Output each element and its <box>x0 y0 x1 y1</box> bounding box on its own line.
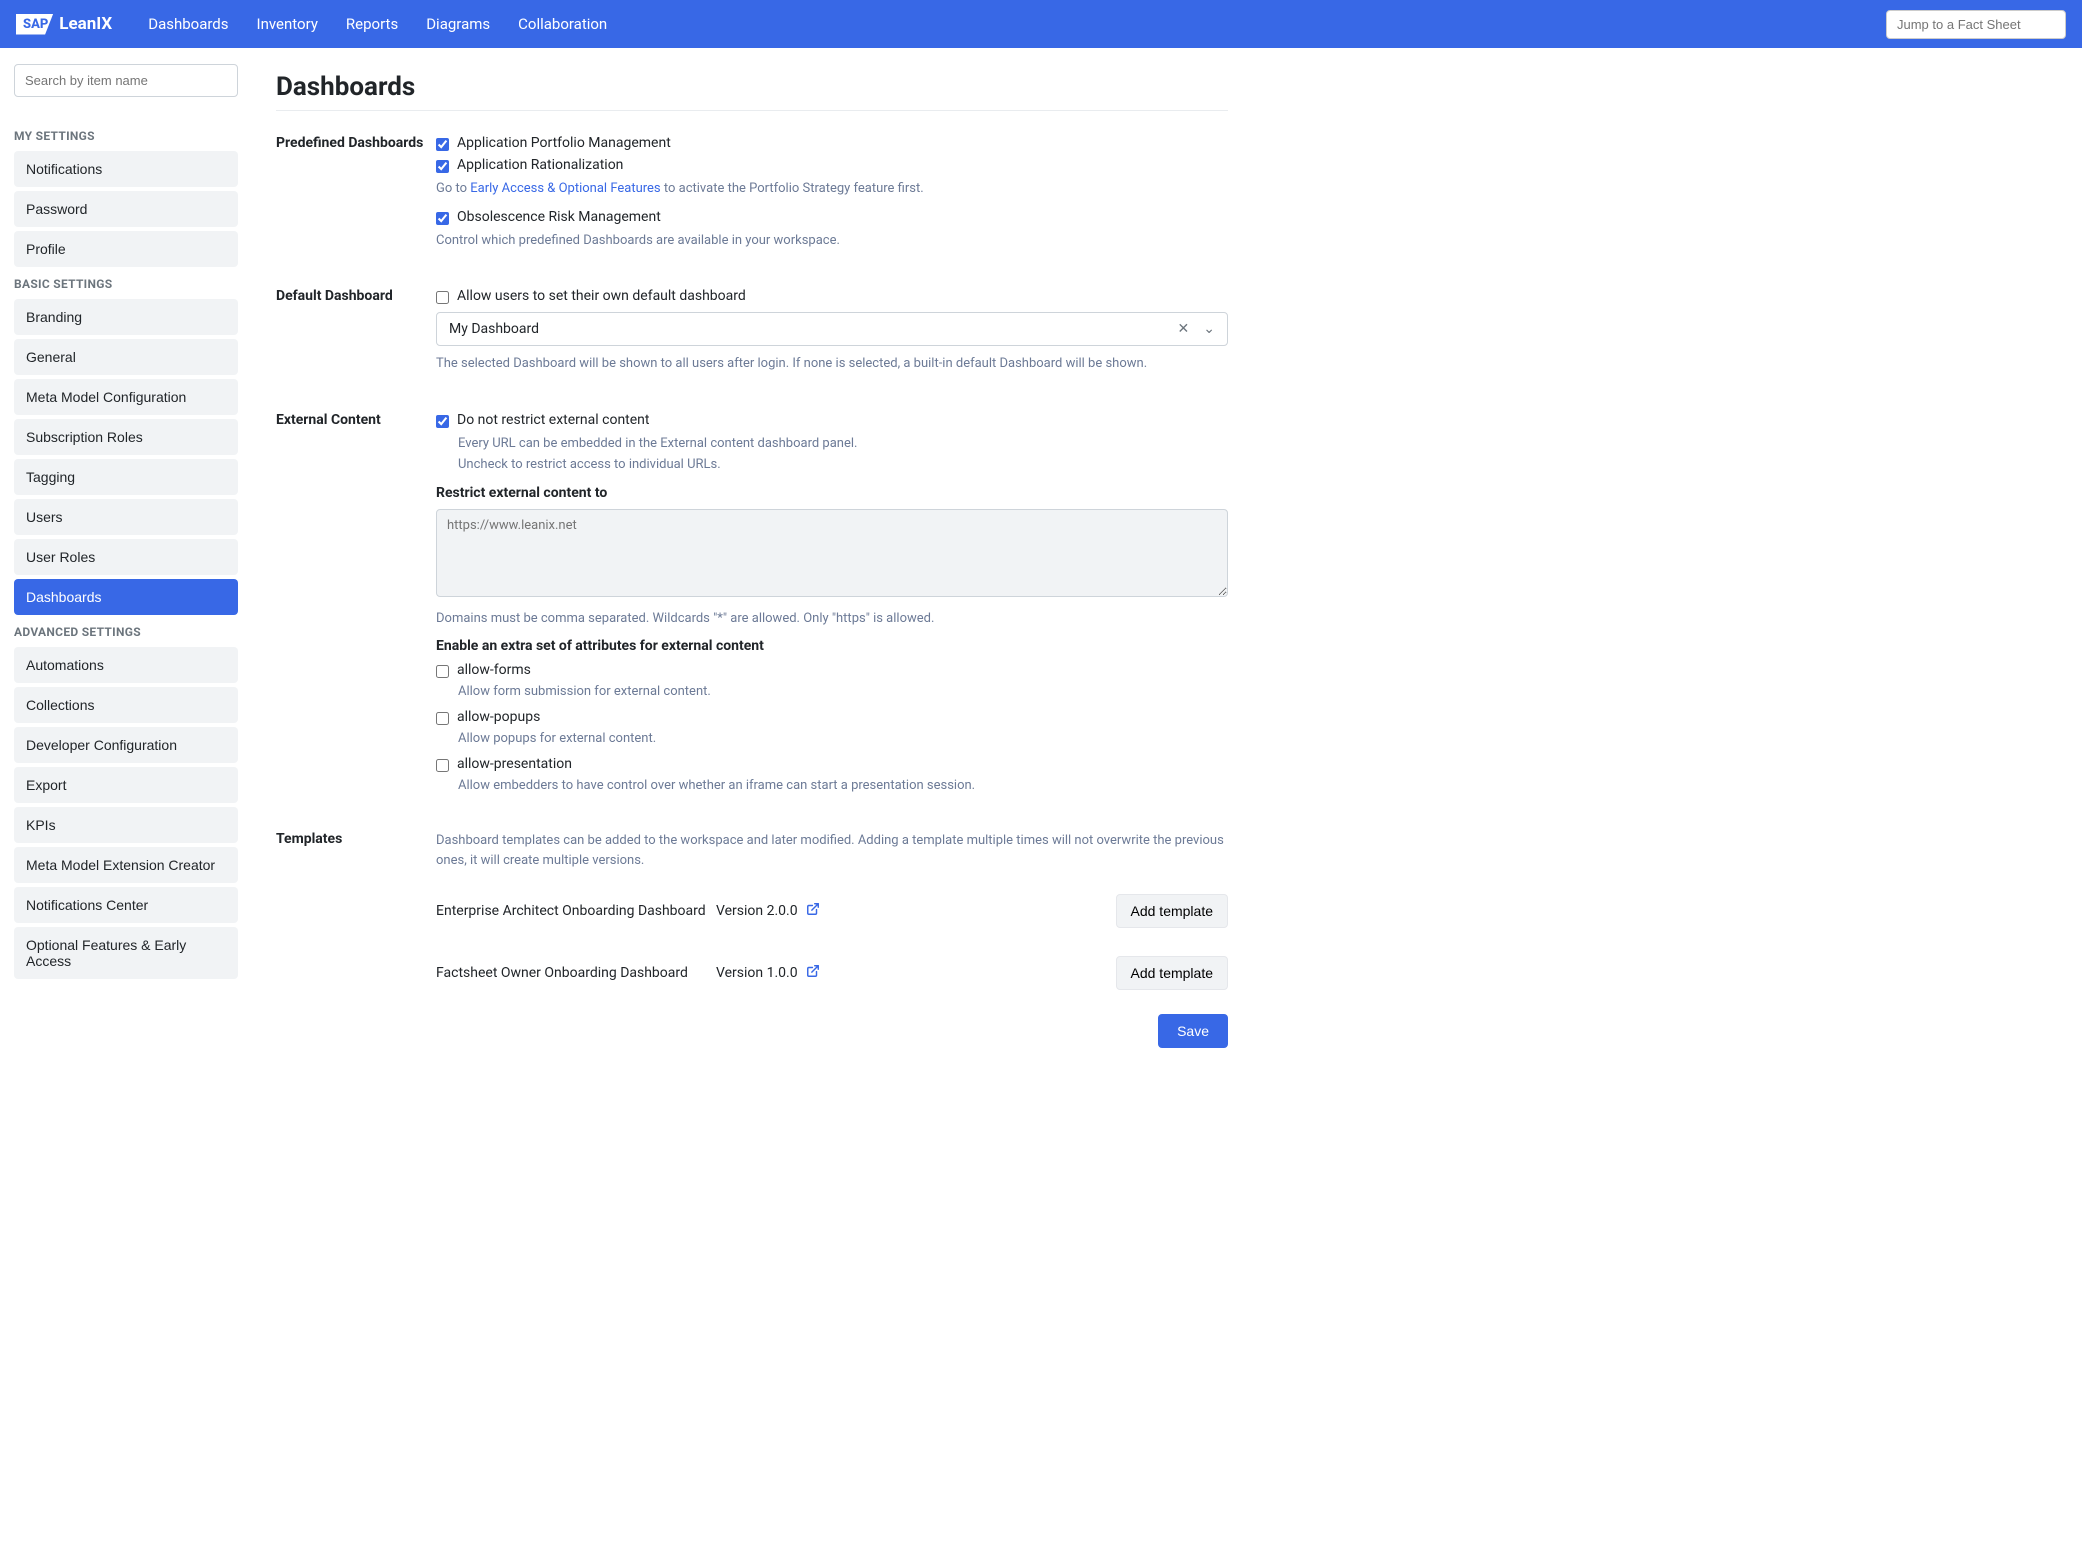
nav-dashboards[interactable]: Dashboards <box>148 15 228 33</box>
sap-logo: SAP <box>16 14 53 35</box>
template-row: Enterprise Architect Onboarding Dashboar… <box>436 880 1228 942</box>
allow-forms-checkbox[interactable] <box>436 665 449 678</box>
sidebar-item-dashboards[interactable]: Dashboards <box>14 579 238 615</box>
section-label-external: External Content <box>276 412 436 804</box>
predef-rationalization-label: Application Rationalization <box>457 157 623 173</box>
product-name: LeanIX <box>59 14 112 34</box>
allow-forms-desc: Allow form submission for external conte… <box>458 684 1228 699</box>
attrs-heading: Enable an extra set of attributes for ex… <box>436 638 1228 654</box>
sidebar-heading: BASIC SETTINGS <box>14 277 238 291</box>
nav-collaboration[interactable]: Collaboration <box>518 15 607 33</box>
sidebar-item-users[interactable]: Users <box>14 499 238 535</box>
dont-restrict-label: Do not restrict external content <box>457 412 650 428</box>
sidebar-item-meta-model-extension-creator[interactable]: Meta Model Extension Creator <box>14 847 238 883</box>
allow-popups-label: allow-popups <box>457 709 540 725</box>
sidebar: MY SETTINGS Notifications Password Profile B… <box>0 48 252 1124</box>
template-version: Version 2.0.0 <box>716 902 836 920</box>
templates-intro: Dashboard templates can be added to the … <box>436 831 1228 870</box>
external-link-icon[interactable] <box>806 964 820 982</box>
section-label-default: Default Dashboard <box>276 288 436 384</box>
portfolio-note: Go to Early Access & Optional Features t… <box>436 179 1228 199</box>
sidebar-item-notifications[interactable]: Notifications <box>14 151 238 187</box>
early-access-link[interactable]: Early Access & Optional Features <box>470 181 660 196</box>
sidebar-item-developer-configuration[interactable]: Developer Configuration <box>14 727 238 763</box>
allow-forms-label: allow-forms <box>457 662 531 678</box>
allow-popups-checkbox[interactable] <box>436 712 449 725</box>
restrict-heading: Restrict external content to <box>436 485 1228 501</box>
topnav: SAP LeanIX Dashboards Inventory Reports … <box>0 0 2082 48</box>
sidebar-item-profile[interactable]: Profile <box>14 231 238 267</box>
add-template-button[interactable]: Add template <box>1116 956 1229 990</box>
sidebar-item-user-roles[interactable]: User Roles <box>14 539 238 575</box>
sidebar-groups: MY SETTINGS Notifications Password Profile B… <box>14 129 238 979</box>
predef-apm-checkbox[interactable] <box>436 138 449 151</box>
sidebar-item-tagging[interactable]: Tagging <box>14 459 238 495</box>
predef-obsolescence-label: Obsolescence Risk Management <box>457 209 661 225</box>
nav-reports[interactable]: Reports <box>346 15 398 33</box>
sidebar-item-optional-features-early-access[interactable]: Optional Features & Early Access <box>14 927 238 979</box>
clear-icon[interactable]: ✕ <box>1178 321 1190 337</box>
restrict-url-textarea[interactable] <box>436 509 1228 597</box>
sidebar-item-password[interactable]: Password <box>14 191 238 227</box>
jump-to-factsheet-input[interactable] <box>1886 10 2066 39</box>
dont-restrict-checkbox[interactable] <box>436 415 449 428</box>
sidebar-item-meta-model-configuration[interactable]: Meta Model Configuration <box>14 379 238 415</box>
template-name: Factsheet Owner Onboarding Dashboard <box>436 965 716 981</box>
sidebar-item-general[interactable]: General <box>14 339 238 375</box>
section-label-predefined: Predefined Dashboards <box>276 135 436 260</box>
sidebar-item-notifications-center[interactable]: Notifications Center <box>14 887 238 923</box>
title-rule <box>276 110 1228 111</box>
allow-popups-desc: Allow popups for external content. <box>458 731 1228 746</box>
sidebar-item-collections[interactable]: Collections <box>14 687 238 723</box>
predefined-footer: Control which predefined Dashboards are … <box>436 231 1228 251</box>
page-title: Dashboards <box>276 72 1228 102</box>
sidebar-heading: MY SETTINGS <box>14 129 238 143</box>
nav-diagrams[interactable]: Diagrams <box>426 15 490 33</box>
template-row: Factsheet Owner Onboarding DashboardVers… <box>436 942 1228 1004</box>
sidebar-item-kpis[interactable]: KPIs <box>14 807 238 843</box>
allow-user-default-label: Allow users to set their own default das… <box>457 288 746 304</box>
chevron-down-icon[interactable]: ⌄ <box>1203 321 1215 337</box>
save-button[interactable]: Save <box>1158 1014 1228 1048</box>
domains-note: Domains must be comma separated. Wildcar… <box>436 609 1228 629</box>
section-label-templates: Templates <box>276 831 436 1048</box>
default-dashboard-select[interactable]: My Dashboard ✕ ⌄ <box>436 312 1228 346</box>
allow-presentation-checkbox[interactable] <box>436 759 449 772</box>
external-note1: Every URL can be embedded in the Externa… <box>458 434 1228 454</box>
allow-user-default-checkbox[interactable] <box>436 291 449 304</box>
template-name: Enterprise Architect Onboarding Dashboar… <box>436 903 716 919</box>
default-dashboard-value: My Dashboard <box>449 321 539 337</box>
external-note2: Uncheck to restrict access to individual… <box>458 455 1228 475</box>
brand-logo[interactable]: SAP LeanIX <box>16 14 112 35</box>
sidebar-item-export[interactable]: Export <box>14 767 238 803</box>
sidebar-heading: ADVANCED SETTINGS <box>14 625 238 639</box>
predef-apm-label: Application Portfolio Management <box>457 135 671 151</box>
sidebar-item-automations[interactable]: Automations <box>14 647 238 683</box>
nav-inventory[interactable]: Inventory <box>257 15 318 33</box>
template-version: Version 1.0.0 <box>716 964 836 982</box>
main-content: Dashboards Predefined Dashboards Applica… <box>252 48 1252 1124</box>
sidebar-item-branding[interactable]: Branding <box>14 299 238 335</box>
allow-presentation-label: allow-presentation <box>457 756 572 772</box>
default-dashboard-note: The selected Dashboard will be shown to … <box>436 354 1228 374</box>
sidebar-search-input[interactable] <box>14 64 238 97</box>
allow-presentation-desc: Allow embedders to have control over whe… <box>458 778 1228 793</box>
sidebar-item-subscription-roles[interactable]: Subscription Roles <box>14 419 238 455</box>
add-template-button[interactable]: Add template <box>1116 894 1229 928</box>
external-link-icon[interactable] <box>806 902 820 920</box>
nav-links: Dashboards Inventory Reports Diagrams Co… <box>148 15 607 33</box>
predef-rationalization-checkbox[interactable] <box>436 160 449 173</box>
predef-obsolescence-checkbox[interactable] <box>436 212 449 225</box>
